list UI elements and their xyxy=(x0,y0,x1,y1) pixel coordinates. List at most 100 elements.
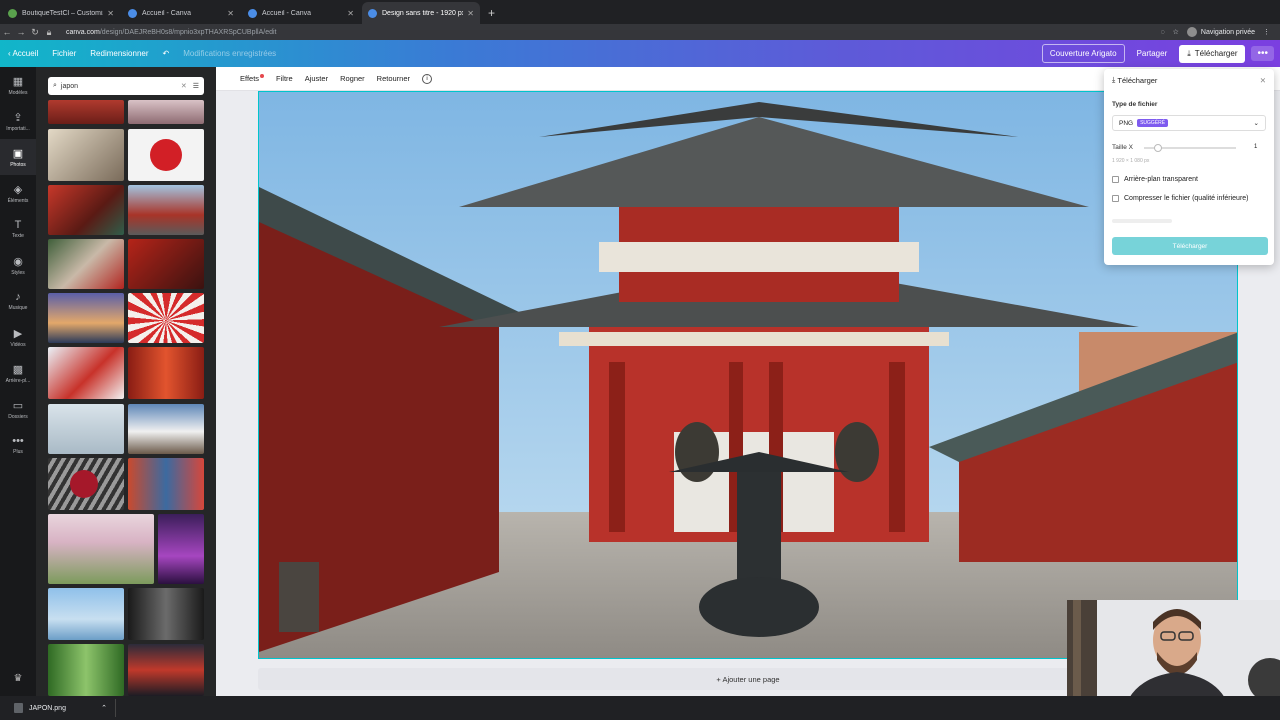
japan-flag-circle xyxy=(150,139,182,171)
photo-thumbnail[interactable] xyxy=(128,185,204,235)
rail-label: Texte xyxy=(12,233,24,239)
close-tab-icon[interactable]: ✕ xyxy=(107,9,114,18)
close-icon[interactable]: ✕ xyxy=(1260,76,1266,85)
checkbox[interactable] xyxy=(1112,176,1119,183)
rail-item-styles[interactable]: ◉ Styles xyxy=(0,247,36,283)
rail-item-templates[interactable]: ▦ Modèles xyxy=(0,67,36,103)
undo-icon[interactable]: ↶ xyxy=(163,49,170,58)
photo-thumbnail[interactable] xyxy=(128,129,204,181)
photo-thumbnail[interactable] xyxy=(48,458,124,510)
download-submit-button[interactable]: Télécharger xyxy=(1112,237,1268,255)
browser-tab[interactable]: Accueil - Canva ✕ xyxy=(122,2,240,24)
transparent-bg-option[interactable]: Arrière-plan transparent xyxy=(1112,176,1198,183)
clear-search-icon[interactable]: ✕ xyxy=(181,82,187,90)
forward-icon[interactable]: → xyxy=(14,27,28,37)
photo-thumbnail[interactable] xyxy=(48,129,124,181)
close-tab-icon[interactable]: ✕ xyxy=(347,9,354,18)
home-link[interactable]: ‹ Accueil xyxy=(8,49,38,58)
upload-icon: ⇪ xyxy=(13,111,23,124)
browser-menu-icon[interactable]: ⋮ xyxy=(1263,28,1270,36)
placeholder-line xyxy=(1112,219,1172,223)
filter-button[interactable]: Filtre xyxy=(276,74,293,83)
rail-label: Modèles xyxy=(8,89,28,96)
private-label: Navigation privée xyxy=(1200,28,1255,36)
photo-thumbnail[interactable] xyxy=(128,644,204,696)
rail-item-uploads[interactable]: ⇪ Importati... xyxy=(0,103,36,139)
crop-button[interactable]: Rogner xyxy=(340,74,365,83)
rail-item-elements[interactable]: ◈ Éléments xyxy=(0,175,36,211)
back-icon[interactable]: ← xyxy=(0,27,14,37)
tab-title: Design sans titre - 1920 px × 1 xyxy=(382,9,463,17)
design-canvas[interactable] xyxy=(258,91,1238,659)
size-label: Taille X xyxy=(1112,144,1133,151)
close-tab-icon[interactable]: ✕ xyxy=(227,9,234,18)
photo-thumbnail[interactable] xyxy=(48,239,124,289)
file-menu[interactable]: Fichier xyxy=(52,49,76,58)
size-slider[interactable] xyxy=(1144,144,1236,152)
photo-thumbnail[interactable] xyxy=(128,239,204,289)
rail-item-videos[interactable]: ▶ Vidéos xyxy=(0,319,36,355)
adjust-button[interactable]: Ajuster xyxy=(305,74,328,83)
more-options-icon[interactable]: ••• xyxy=(1251,46,1274,61)
browser-tab[interactable]: BoutiqueTestCl – Customize - ✕ xyxy=(2,2,120,24)
photo-thumbnail[interactable] xyxy=(48,185,124,235)
photo-thumbnail[interactable] xyxy=(48,588,124,640)
suggested-badge: SUGGÉRÉ xyxy=(1137,119,1169,127)
downloads-bar: JAPON.png ⌃ xyxy=(0,696,1280,720)
rail-item-folders[interactable]: ▭ Dossiers xyxy=(0,391,36,427)
photo-thumbnail[interactable] xyxy=(48,404,124,454)
rail-item-backgrounds[interactable]: ▩ Arrière-pl... xyxy=(0,355,36,391)
header-actions: Couverture Arigato Partager ⤓ Télécharger… xyxy=(1041,44,1280,63)
photo-thumbnail[interactable] xyxy=(128,458,204,510)
photo-thumbnail[interactable] xyxy=(48,293,124,343)
private-browsing-badge[interactable]: Navigation privée xyxy=(1186,27,1255,37)
rail-item-text[interactable]: T Texte xyxy=(0,211,36,247)
effects-button[interactable]: Effets xyxy=(228,74,265,83)
photo-thumbnail[interactable] xyxy=(48,644,124,696)
checkbox[interactable] xyxy=(1112,195,1119,202)
photo-thumbnail[interactable] xyxy=(128,404,204,454)
info-icon[interactable]: i xyxy=(422,73,433,84)
effects-label: Effets xyxy=(240,74,260,83)
photo-thumbnail[interactable] xyxy=(158,514,204,584)
download-button[interactable]: ⤓ Télécharger xyxy=(1179,44,1246,63)
photo-thumbnail[interactable] xyxy=(48,100,124,124)
compress-option[interactable]: Compresser le fichier (qualité inférieur… xyxy=(1112,195,1249,202)
canva-favicon-icon xyxy=(368,8,377,18)
design-title-button[interactable]: Couverture Arigato xyxy=(1041,44,1125,63)
lock-icon[interactable]: 🔒︎ xyxy=(42,27,56,38)
photo-thumbnail[interactable] xyxy=(48,347,124,399)
rail-item-more[interactable]: ••• Plus xyxy=(0,427,36,463)
photo-thumbnail[interactable] xyxy=(48,514,154,584)
file-type-select[interactable]: PNG SUGGÉRÉ ⌄ xyxy=(1112,115,1266,131)
filter-icon[interactable]: ☰ xyxy=(193,82,199,90)
close-tab-icon[interactable]: ✕ xyxy=(467,9,474,18)
size-value-input[interactable]: 1 xyxy=(1254,144,1257,150)
rail-item-music[interactable]: ♪ Musique xyxy=(0,283,36,319)
reload-icon[interactable]: ↻ xyxy=(28,27,42,38)
styles-icon: ◉ xyxy=(13,255,23,268)
download-item[interactable]: JAPON.png ⌃ xyxy=(6,699,116,717)
star-icon[interactable]: ☆ xyxy=(1173,28,1179,36)
browser-tab-active[interactable]: Design sans titre - 1920 px × 1 ✕ xyxy=(362,2,480,24)
url-field[interactable]: canva.com/design/DAEJReBH0s8/mpnio3xpTHA… xyxy=(66,29,277,36)
photo-thumbnail[interactable] xyxy=(128,293,204,343)
eye-off-icon[interactable]: ◌ xyxy=(1160,29,1164,36)
chevron-up-icon[interactable]: ⌃ xyxy=(101,704,107,712)
photo-thumbnail[interactable] xyxy=(128,588,204,640)
search-input[interactable]: ⌕ japon ✕ ☰ xyxy=(48,77,204,95)
resize-button[interactable]: Redimensionner xyxy=(90,49,148,58)
download-filename: JAPON.png xyxy=(29,704,66,712)
crown-icon[interactable]: ♛ xyxy=(0,673,36,684)
new-tab-icon[interactable]: + xyxy=(488,6,495,20)
browser-tab[interactable]: Accueil - Canva ✕ xyxy=(242,2,360,24)
flip-button[interactable]: Retourner xyxy=(377,74,410,83)
photo-thumbnail[interactable] xyxy=(128,100,204,124)
share-button[interactable]: Partager xyxy=(1131,45,1174,62)
search-icon: ⌕ xyxy=(53,82,57,89)
rail-label: Musique xyxy=(8,305,28,311)
rail-item-photos[interactable]: ▣ Photos xyxy=(0,139,36,175)
photo-thumbnail[interactable] xyxy=(128,347,204,399)
browser-url-bar: ← → ↻ 🔒︎ canva.com/design/DAEJReBH0s8/mp… xyxy=(0,24,1280,40)
size-slider-handle[interactable] xyxy=(1154,144,1162,152)
